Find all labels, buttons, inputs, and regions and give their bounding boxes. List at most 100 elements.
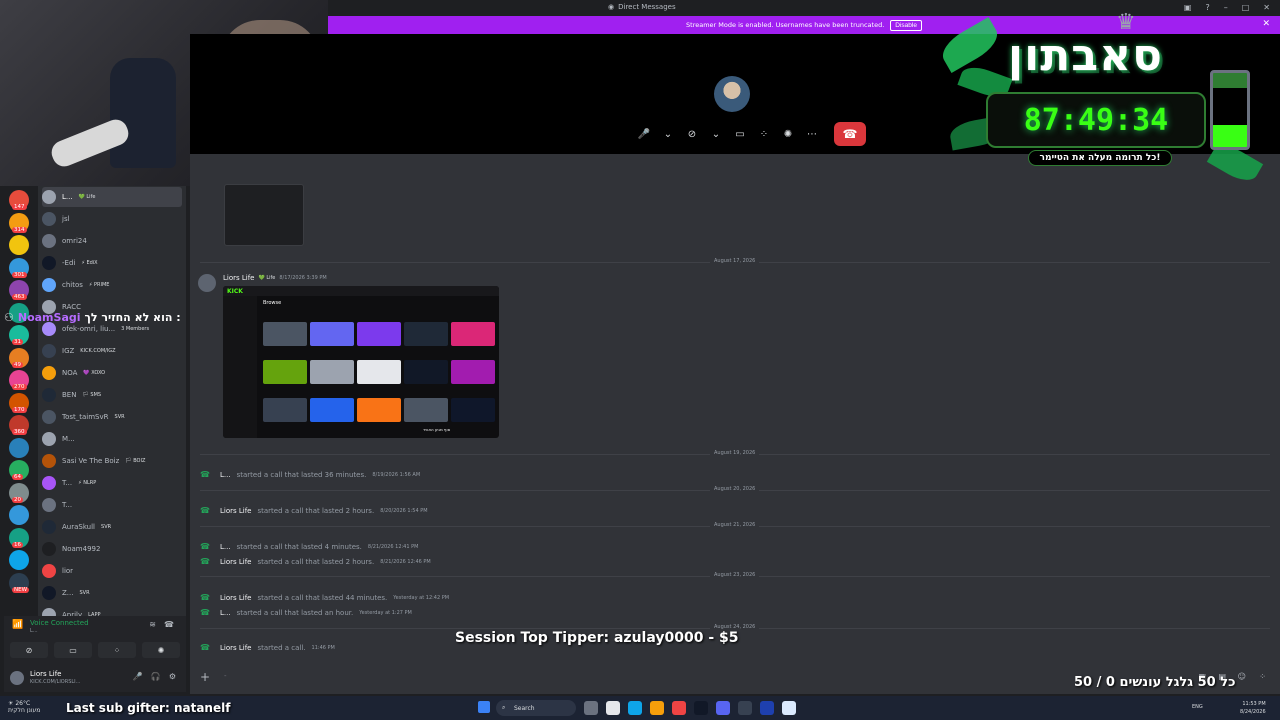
obs-icon[interactable] [738, 701, 752, 715]
message-avatar[interactable] [198, 274, 216, 292]
server-icon[interactable] [9, 437, 29, 458]
user-avatar[interactable] [10, 671, 24, 685]
language-indicator[interactable]: ENG [1192, 704, 1203, 710]
dm-item[interactable]: T... ⚡ NLRP [42, 473, 182, 493]
soundboard-button[interactable]: ✺ [142, 642, 180, 658]
dm-item[interactable]: Noam4992 [42, 539, 182, 559]
caller-name[interactable]: L... [220, 609, 231, 617]
caller-name[interactable]: Liors Life [220, 558, 252, 566]
dm-item[interactable]: Tost_taimSvR SVR [42, 407, 182, 427]
microphone-icon[interactable]: 🎤 [636, 125, 652, 143]
dm-item[interactable]: M... [42, 429, 182, 449]
dm-list: L... 💚 Life jsl omri24 -Edi ⚡ EdiX chitos ⚡ PRI… [38, 186, 186, 622]
dm-tag: ⚡ PRIME [88, 282, 110, 288]
taskbar-search[interactable]: ⌕ Search [496, 700, 576, 716]
dm-item[interactable]: Sasi Ve The Boiz 🏳 BOIZ [42, 451, 182, 471]
chrome-icon[interactable] [672, 701, 686, 715]
date-divider: August 17, 2026 [200, 258, 1270, 264]
task-view-icon[interactable] [584, 701, 598, 715]
screenshot-attachment[interactable]: KICK Browse סוף מגיע האוויר [223, 286, 499, 438]
caller-name[interactable]: L... [220, 471, 231, 479]
screen-share-icon[interactable]: ▭ [732, 125, 748, 143]
phone-icon: ☎ [200, 608, 210, 617]
caller-name[interactable]: Liors Life [220, 644, 252, 652]
camera-off-button[interactable]: ⊘ [10, 642, 48, 658]
dm-item[interactable]: -Edi ⚡ EdiX [42, 253, 182, 273]
clock[interactable]: 11:53 PM 8/24/2026 [1240, 700, 1266, 716]
dm-item[interactable]: IGZ KICK.COM/IGZ [42, 341, 182, 361]
dm-name: T... [62, 479, 73, 487]
steam-icon[interactable] [760, 701, 774, 715]
signal-icon[interactable]: 📶 [12, 620, 23, 630]
apps-icon[interactable]: ⁘ [1259, 672, 1266, 681]
chevron-down-icon[interactable]: ⌄ [660, 125, 676, 143]
headphones-icon[interactable]: 🎧 [151, 672, 161, 681]
dm-item[interactable]: AuraSkull SVR [42, 517, 182, 537]
server-icon[interactable] [9, 550, 29, 570]
start-button[interactable] [478, 701, 490, 713]
discord-taskbar-icon[interactable] [716, 701, 730, 715]
server-badge: 314 [12, 226, 27, 233]
add-attachment-icon[interactable]: + [200, 670, 210, 684]
dm-item[interactable]: T... [42, 495, 182, 515]
edge-icon[interactable] [628, 701, 642, 715]
disconnect-icon[interactable]: ☎ [164, 620, 174, 629]
stream-thumbnail [310, 398, 354, 422]
weather-widget[interactable]: ☀ 26°C מעונן חלקית [8, 700, 40, 714]
dm-item[interactable]: L... 💚 Life [42, 187, 182, 207]
disconnect-call-button[interactable]: ☎ [834, 122, 866, 146]
dm-item[interactable]: omri24 [42, 231, 182, 251]
user-name[interactable]: Liors Life [30, 670, 62, 678]
taskbar-apps [584, 701, 796, 715]
voice-status[interactable]: Voice Connected [30, 619, 89, 627]
notepad-icon[interactable] [782, 701, 796, 715]
dm-name: omri24 [62, 237, 87, 245]
kick-logo: KICK [227, 288, 243, 295]
more-options-icon[interactable]: ⋯ [804, 125, 820, 143]
caller-name[interactable]: Liors Life [220, 594, 252, 602]
kick-topbar [223, 286, 499, 296]
message-input[interactable]: - [224, 672, 227, 680]
caller-name[interactable]: Liors Life [220, 507, 252, 515]
image-attachment[interactable] [224, 184, 304, 246]
user-status: KICK.COM/LIORSLI... [30, 679, 81, 685]
explorer-icon[interactable] [650, 701, 664, 715]
dm-item[interactable]: jsl [42, 209, 182, 229]
gaming-chair [110, 58, 176, 168]
call-participant-avatar[interactable] [714, 76, 750, 112]
soundboard-icon[interactable]: ✺ [780, 125, 796, 143]
dm-item[interactable]: chitos ⚡ PRIME [42, 275, 182, 295]
dm-item[interactable]: BEN 🏳 SMS [42, 385, 182, 405]
caller-name[interactable]: L... [220, 543, 231, 551]
screen: ◉ Direct Messages ▣ ? – □ ✕ Streamer Mod… [0, 0, 1280, 720]
disable-streamer-mode-button[interactable]: Disable [890, 19, 922, 31]
noise-suppression-icon[interactable]: ≋ [149, 620, 156, 629]
mute-icon[interactable]: 🎤 [133, 672, 143, 681]
camera-off-icon[interactable]: ⊘ [684, 125, 700, 143]
emoji-icon[interactable]: ☺ [1238, 672, 1246, 681]
dm-item[interactable]: lior [42, 561, 182, 581]
message-author[interactable]: Liors Life [223, 274, 255, 282]
app-icon[interactable] [694, 701, 708, 715]
activities-icon[interactable]: ⁘ [756, 125, 772, 143]
server-icon[interactable] [9, 505, 29, 525]
punishment-wheel-counter: כל 50 גלגל עונשים 0 / 50 [1074, 675, 1236, 690]
server-icon[interactable] [9, 235, 29, 255]
call-text: started a call that lasted 4 minutes. [236, 542, 362, 551]
call-text: started a call that lasted 2 hours. [257, 557, 375, 566]
dm-tag: 💜 XOXO [83, 370, 105, 376]
dm-item[interactable]: NOA 💜 XOXO [42, 363, 182, 383]
server-rail: 147 314 301 463 31 49 270 170 360 64 20 16 NEW [0, 186, 38, 616]
phone-icon: ☎ [200, 643, 210, 652]
chat-message: הוא לא החזיר לך : [84, 311, 181, 324]
dm-avatar [42, 410, 56, 424]
stream-thumbnail [357, 398, 401, 422]
chevron-down-icon[interactable]: ⌄ [708, 125, 724, 143]
voice-channel[interactable]: L... [30, 628, 38, 634]
screen-share-button[interactable]: ▭ [54, 642, 92, 658]
dm-name: Z... [62, 589, 74, 597]
dm-item[interactable]: Z... SVR [42, 583, 182, 603]
activities-button[interactable]: ⁘ [98, 642, 136, 658]
gear-icon[interactable]: ⚙ [169, 672, 176, 681]
file-icon[interactable] [606, 701, 620, 715]
